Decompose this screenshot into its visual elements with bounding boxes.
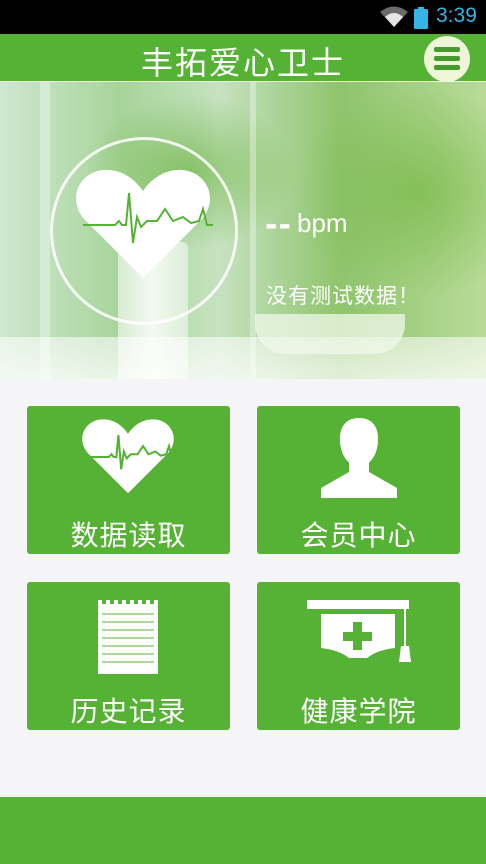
- battery-icon: [414, 7, 428, 33]
- tile-history[interactable]: 历史记录: [27, 582, 230, 730]
- tile-label: 历史记录: [70, 695, 187, 728]
- status-bar: 3:39: [0, 0, 486, 34]
- tile-member-center[interactable]: 会员中心: [257, 406, 460, 554]
- tile-label: 数据读取: [70, 519, 187, 552]
- tile-label: 会员中心: [300, 519, 417, 552]
- wifi-icon: [379, 6, 409, 32]
- no-data-message: 没有测试数据！: [266, 284, 420, 308]
- menu-button[interactable]: [424, 36, 470, 82]
- footer-bar: [0, 797, 486, 864]
- heart-rate-dial: [50, 137, 238, 325]
- app-header: 丰拓爱心卫士: [0, 34, 486, 82]
- bpm-unit: bpm: [297, 208, 348, 238]
- tile-health-academy[interactable]: 健康学院: [257, 582, 460, 730]
- app-title: 丰拓爱心卫士: [140, 44, 345, 82]
- tile-data-reading[interactable]: 数据读取: [27, 406, 230, 554]
- heart-rate-banner: -- bpm 没有测试数据！: [0, 82, 486, 379]
- tile-label: 健康学院: [300, 695, 417, 728]
- clock-time: 3:39: [436, 4, 477, 27]
- notepad-icon: [96, 594, 160, 678]
- heart-rate-readout: -- bpm: [265, 208, 348, 243]
- user-silhouette-icon: [319, 416, 399, 502]
- graduation-cap-icon: [307, 600, 413, 666]
- bpm-value: --: [265, 208, 292, 243]
- heart-pulse-icon: [79, 416, 177, 502]
